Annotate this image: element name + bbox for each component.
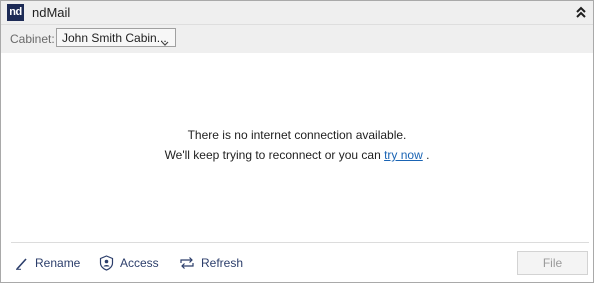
app-title: ndMail (32, 5, 71, 20)
refresh-button[interactable]: Refresh (179, 254, 243, 272)
offline-message-suffix: . (422, 148, 430, 162)
footer-divider (11, 242, 589, 243)
shield-user-icon (99, 255, 114, 271)
rename-button[interactable]: Rename (15, 254, 80, 272)
ndmail-logo: nd (7, 4, 24, 21)
offline-message: There is no internet connection availabl… (1, 125, 593, 165)
cabinet-dropdown[interactable]: John Smith Cabin... (56, 28, 176, 47)
offline-message-prefix: We'll keep trying to reconnect or you ca… (164, 148, 385, 162)
offline-message-line2: We'll keep trying to reconnect or you ca… (1, 145, 593, 165)
cabinet-label: Cabinet: (10, 32, 55, 46)
double-chevron-up-icon[interactable] (574, 5, 588, 19)
access-label: Access (120, 256, 159, 270)
ndmail-panel: nd ndMail Cabinet: John Smith Cabin... T… (0, 0, 594, 283)
pencil-icon (16, 258, 27, 270)
cabinet-bar: Cabinet: John Smith Cabin... (1, 25, 593, 53)
try-now-link[interactable]: try now (384, 148, 423, 162)
chevron-down-icon (161, 34, 169, 46)
access-button[interactable]: Access (99, 254, 159, 272)
rename-label: Rename (35, 256, 81, 270)
title-bar: nd ndMail (1, 1, 593, 25)
refresh-label: Refresh (201, 256, 244, 270)
file-button[interactable]: File (517, 251, 588, 275)
refresh-arrows-icon (180, 257, 194, 269)
offline-message-line1: There is no internet connection availabl… (187, 128, 407, 142)
cabinet-selected-value: John Smith Cabin... (62, 31, 167, 45)
